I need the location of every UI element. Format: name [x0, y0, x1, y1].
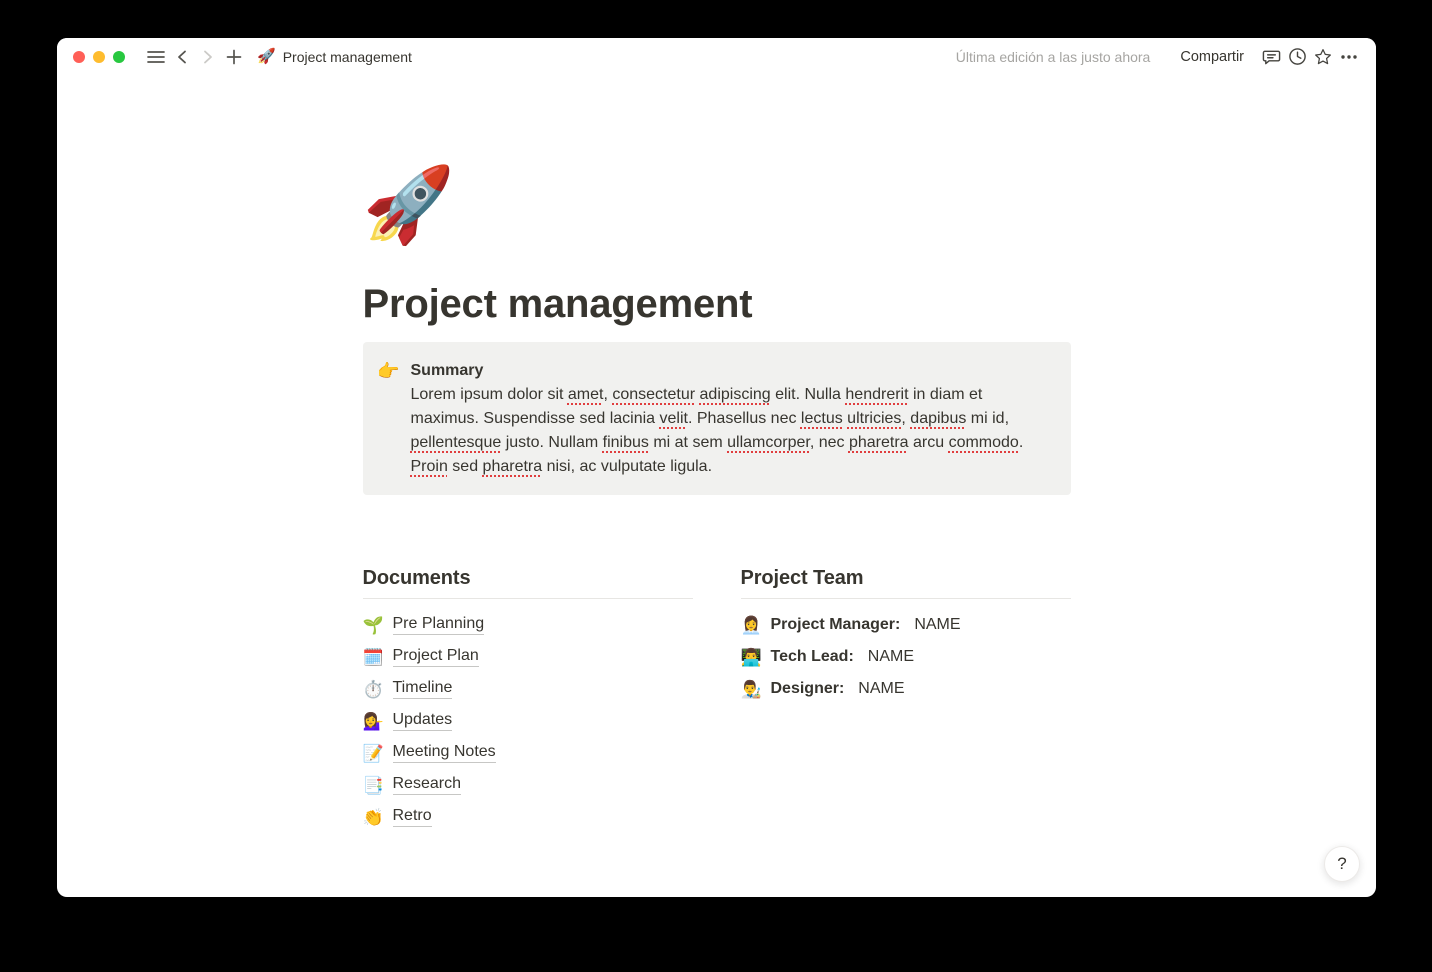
team-member-row[interactable]: 👨‍🎨 Designer: NAME	[741, 673, 1071, 705]
callout-heading: Summary	[411, 359, 1055, 383]
close-window-button[interactable]	[73, 51, 85, 63]
two-column-layout: Documents 🌱 Pre Planning 🗓️ Project Plan ⏱️ T…	[363, 565, 1071, 833]
nav-forward-button[interactable]	[195, 44, 221, 70]
document-page-label: Timeline	[393, 679, 453, 699]
team-member-icon: 👨‍💻	[741, 649, 762, 666]
misspelled-word: pharetra	[483, 458, 543, 475]
document-page-link[interactable]: 🌱 Pre Planning	[363, 609, 693, 641]
documents-column: Documents 🌱 Pre Planning 🗓️ Project Plan ⏱️ T…	[363, 565, 693, 833]
team-role-label: Project Manager:	[771, 616, 901, 634]
document-page-label: Research	[393, 775, 461, 795]
document-page-icon: 🗓️	[363, 649, 384, 666]
team-list: 👩‍💼Project Manager:NAME👨‍💻Tech Lead:NAME…	[741, 609, 1071, 705]
chevron-right-icon	[202, 50, 214, 64]
page-scroll-area[interactable]: 🚀 Project management 👉 Summary Lorem ips…	[57, 75, 1376, 897]
misspelled-word: finibus	[603, 434, 649, 451]
page-title[interactable]: Project management	[363, 280, 1071, 328]
team-member-icon: 👨‍🎨	[741, 681, 762, 698]
misspelled-word: pharetra	[849, 434, 909, 451]
comments-button[interactable]	[1258, 44, 1284, 70]
misspelled-word: adipiscing	[700, 386, 771, 403]
new-page-button[interactable]	[221, 44, 247, 70]
comment-icon	[1262, 47, 1281, 66]
document-page-link[interactable]: 👏 Retro	[363, 801, 693, 833]
favorite-button[interactable]	[1310, 44, 1336, 70]
document-page-label: Meeting Notes	[393, 743, 496, 763]
documents-heading: Documents	[363, 565, 693, 591]
misspelled-word: dapibus	[910, 410, 966, 427]
misspelled-word: pellentesque	[411, 434, 502, 451]
maximize-window-button[interactable]	[113, 51, 125, 63]
more-options-button[interactable]	[1336, 44, 1362, 70]
team-role-label: Tech Lead:	[771, 648, 854, 666]
team-member-name: NAME	[914, 616, 960, 634]
document-page-label: Project Plan	[393, 647, 479, 667]
document-page-label: Retro	[393, 807, 432, 827]
app-window: 🚀 Project management Última edición a la…	[57, 38, 1376, 897]
window-controls	[73, 51, 125, 63]
document-page-link[interactable]: 📑 Research	[363, 769, 693, 801]
documents-list: 🌱 Pre Planning 🗓️ Project Plan ⏱️ Timeline 💁‍♀…	[363, 609, 693, 833]
summary-callout: 👉 Summary Lorem ipsum dolor sit amet, co…	[363, 342, 1071, 495]
documents-divider	[363, 598, 693, 599]
sidebar-toggle-button[interactable]	[143, 44, 169, 70]
nav-back-button[interactable]	[169, 44, 195, 70]
misspelled-word: commodo	[949, 434, 1019, 451]
page-body: 🚀 Project management 👉 Summary Lorem ips…	[363, 168, 1071, 897]
team-member-row[interactable]: 👨‍💻 Tech Lead: NAME	[741, 641, 1071, 673]
help-button[interactable]: ?	[1324, 846, 1360, 882]
team-role-label: Designer:	[771, 680, 845, 698]
page-emoji-small: 🚀	[257, 49, 276, 64]
document-page-link[interactable]: 💁‍♀️ Updates	[363, 705, 693, 737]
titlebar: 🚀 Project management Última edición a la…	[57, 38, 1376, 75]
team-member-name: NAME	[858, 680, 904, 698]
team-column: Project Team 👩‍💼 Project Manager: NAME 👨‍💻 T…	[741, 565, 1071, 833]
misspelled-word: hendrerit	[845, 386, 908, 403]
document-page-icon: 📝	[363, 745, 384, 762]
team-member-name: NAME	[868, 648, 914, 666]
document-page-link[interactable]: 🗓️ Project Plan	[363, 641, 693, 673]
misspelled-word: amet	[568, 386, 604, 403]
last-edited-status: Última edición a las justo ahora	[956, 49, 1151, 65]
callout-body: Lorem ipsum dolor sit amet, consectetur …	[411, 383, 1055, 479]
callout-content[interactable]: Summary Lorem ipsum dolor sit amet, cons…	[411, 359, 1055, 479]
document-page-icon: 📑	[363, 777, 384, 794]
misspelled-word: Proin	[411, 458, 448, 475]
misspelled-word: consectetur	[612, 386, 695, 403]
share-button[interactable]: Compartir	[1172, 45, 1252, 69]
titlebar-actions	[1258, 44, 1362, 70]
star-icon	[1313, 47, 1333, 67]
breadcrumb[interactable]: 🚀 Project management	[257, 49, 412, 65]
document-page-icon: ⏱️	[363, 681, 384, 698]
misspelled-word: velit	[660, 410, 688, 427]
document-page-icon: 🌱	[363, 617, 384, 634]
team-member-row[interactable]: 👩‍💼 Project Manager: NAME	[741, 609, 1071, 641]
hamburger-icon	[147, 50, 165, 64]
plus-icon	[226, 49, 242, 65]
document-page-label: Updates	[393, 711, 453, 731]
minimize-window-button[interactable]	[93, 51, 105, 63]
team-member-icon: 👩‍💼	[741, 617, 762, 634]
chevron-left-icon	[176, 50, 188, 64]
misspelled-word: ullamcorper	[727, 434, 810, 451]
team-divider	[741, 598, 1071, 599]
misspelled-word: lectus	[801, 410, 843, 427]
page-emoji-large[interactable]: 🚀	[363, 168, 441, 242]
document-page-icon: 👏	[363, 809, 384, 826]
ellipsis-icon	[1339, 47, 1359, 67]
team-heading: Project Team	[741, 565, 1071, 591]
document-page-link[interactable]: ⏱️ Timeline	[363, 673, 693, 705]
document-page-label: Pre Planning	[393, 615, 485, 635]
titlebar-page-title: Project management	[283, 49, 412, 65]
document-page-icon: 💁‍♀️	[363, 713, 384, 730]
pointing-hand-icon[interactable]: 👉	[377, 359, 401, 479]
misspelled-word: ultricies	[847, 410, 901, 427]
document-page-link[interactable]: 📝 Meeting Notes	[363, 737, 693, 769]
history-button[interactable]	[1284, 44, 1310, 70]
clock-icon	[1288, 47, 1307, 66]
